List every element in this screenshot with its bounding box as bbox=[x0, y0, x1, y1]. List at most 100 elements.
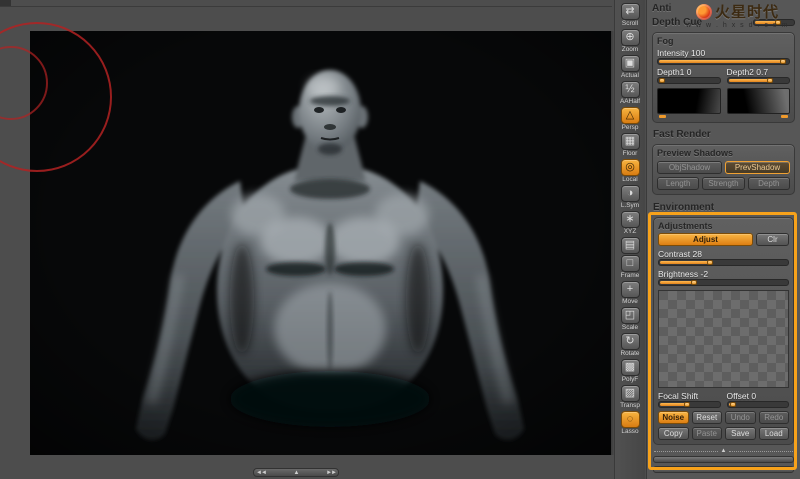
transparency-icon: ▨ bbox=[620, 385, 640, 402]
redo-button[interactable]: Redo bbox=[758, 411, 789, 424]
move-icon: + bbox=[620, 281, 640, 298]
depth-cue-label: Depth Cue bbox=[652, 17, 702, 28]
dotted-line bbox=[729, 450, 794, 452]
tool-local[interactable]: ◎ Local bbox=[616, 159, 644, 184]
scroll-right-icon[interactable]: ►► bbox=[326, 469, 337, 477]
fog-intensity-label: Intensity 100 bbox=[657, 48, 706, 58]
zbrush-window: { "watermark": { "brand": "火星时代", "site"… bbox=[0, 0, 800, 479]
tool-aahalf[interactable]: ½ AAHalf bbox=[616, 81, 644, 106]
copy-button[interactable]: Copy bbox=[658, 427, 689, 440]
panel-scroll-bar-2[interactable] bbox=[653, 466, 794, 473]
undo-button[interactable]: Undo bbox=[725, 411, 756, 424]
slider-handle[interactable] bbox=[729, 402, 736, 407]
tool-label: L.Sym bbox=[620, 202, 640, 209]
tool-floor[interactable]: ▦ Floor bbox=[616, 133, 644, 158]
fog-group: Fog Intensity 100 Depth1 0 Depth2 0.7 bbox=[652, 32, 795, 123]
panel-scroll-bar-1[interactable] bbox=[653, 456, 794, 463]
texture-preview-area[interactable] bbox=[658, 290, 789, 388]
tool-frame[interactable]: □ Frame bbox=[616, 255, 644, 280]
collapse-arrow-icon: ▲ bbox=[720, 448, 727, 454]
preview-shadows-group: Preview Shadows ObjShadow PrevShadow Len… bbox=[652, 144, 795, 195]
tool-lasso[interactable]: ◌ Lasso bbox=[616, 411, 644, 436]
shadow-depth-button[interactable]: Depth bbox=[747, 177, 790, 190]
paste-button[interactable]: Paste bbox=[691, 427, 722, 440]
tool-rotate[interactable]: ↻ Rotate bbox=[616, 333, 644, 358]
fog-depth1-slider[interactable] bbox=[657, 77, 721, 84]
focal-shift-label: Focal Shift bbox=[658, 391, 699, 401]
slider-fill bbox=[728, 79, 771, 82]
rotate-icon: ↻ bbox=[620, 333, 640, 350]
antialias-label: Anti bbox=[652, 3, 672, 14]
dotted-line bbox=[654, 450, 718, 452]
slider-handle[interactable] bbox=[779, 59, 786, 64]
contrast-slider[interactable] bbox=[658, 259, 789, 266]
slider-fill bbox=[660, 261, 712, 264]
save-button[interactable]: Save bbox=[725, 427, 756, 440]
adjustments-title: Adjustments bbox=[658, 221, 713, 231]
scroll-left-icon[interactable]: ◄◄ bbox=[256, 469, 267, 477]
tool-label: Move bbox=[622, 298, 638, 305]
adjustments-group: Adjustments Adjust Clr Contrast 28 Brigh… bbox=[653, 217, 794, 445]
slider-handle[interactable] bbox=[766, 78, 773, 83]
zoom-icon: ⊕ bbox=[620, 29, 640, 46]
fog-depth2-slider[interactable] bbox=[726, 77, 790, 84]
offset-slider[interactable] bbox=[726, 401, 789, 408]
unknown-tool-icon: ▤ bbox=[620, 237, 640, 254]
slider-handle[interactable] bbox=[774, 20, 781, 25]
tool-zoom[interactable]: ⊕ Zoom bbox=[616, 29, 644, 54]
fog-depth1-label: Depth1 0 bbox=[657, 67, 692, 77]
top-divider-line bbox=[0, 6, 612, 7]
tool-persp[interactable]: △ Persp bbox=[616, 107, 644, 132]
clr-button[interactable]: Clr bbox=[756, 233, 789, 246]
tool-transp[interactable]: ▨ Transp bbox=[616, 385, 644, 410]
environment-header[interactable]: Environment bbox=[653, 202, 795, 213]
tool-unknown[interactable]: ▤ bbox=[616, 237, 644, 254]
polyframe-icon: ▩ bbox=[620, 359, 640, 376]
tool-scale[interactable]: ◰ Scale bbox=[616, 307, 644, 332]
focal-shift-slider[interactable] bbox=[658, 401, 721, 408]
fog-curve-preview-2[interactable] bbox=[726, 88, 790, 114]
contrast-label: Contrast 28 bbox=[658, 249, 702, 259]
noise-button[interactable]: Noise bbox=[658, 411, 689, 424]
tool-label: Lasso bbox=[621, 428, 639, 435]
slider-handle[interactable] bbox=[684, 402, 691, 407]
preview-shadows-title: Preview Shadows bbox=[657, 148, 734, 158]
tool-label: Rotate bbox=[620, 350, 640, 357]
canvas-viewport[interactable] bbox=[30, 31, 611, 455]
depth-cue-slider[interactable] bbox=[753, 19, 795, 26]
load-button[interactable]: Load bbox=[758, 427, 789, 440]
fast-render-header[interactable]: Fast Render bbox=[653, 129, 795, 140]
objshadow-button[interactable]: ObjShadow bbox=[657, 161, 722, 174]
canvas-hscrollbar[interactable]: ◄◄ ▲ ►► bbox=[253, 468, 339, 477]
tool-label: Scroll bbox=[621, 20, 639, 27]
tool-label: Frame bbox=[620, 272, 640, 279]
tool-scroll[interactable]: ⇄ Scroll bbox=[616, 3, 644, 28]
right-tool-shelf: ⇄ Scroll ⊕ Zoom ▣ Actual ½ AAHalf △ Pers… bbox=[614, 0, 645, 479]
fog-intensity-slider[interactable] bbox=[657, 58, 790, 65]
local-pivot-icon: ◎ bbox=[620, 159, 640, 176]
tool-label: Transp bbox=[620, 402, 640, 409]
shadow-strength-button[interactable]: Strength bbox=[702, 177, 745, 190]
tool-move[interactable]: + Move bbox=[616, 281, 644, 306]
tool-label: Floor bbox=[622, 150, 638, 157]
fog-depth2-label: Depth2 0.7 bbox=[726, 67, 769, 77]
slider-handle[interactable] bbox=[659, 78, 666, 83]
adjust-button[interactable]: Adjust bbox=[658, 233, 753, 246]
shadow-length-button[interactable]: Length bbox=[657, 177, 700, 190]
subpalette-collapse[interactable]: ▲ bbox=[654, 448, 794, 454]
symmetry-icon: ◑ bbox=[620, 185, 640, 202]
pan-icon: ⇄ bbox=[620, 3, 640, 20]
tool-label: Persp bbox=[621, 124, 639, 131]
tool-actual[interactable]: ▣ Actual bbox=[616, 55, 644, 80]
tool-xyz[interactable]: ∗ XYZ bbox=[616, 211, 644, 236]
tool-lsym[interactable]: ◑ L.Sym bbox=[616, 185, 644, 210]
slider-handle[interactable] bbox=[706, 260, 713, 265]
tool-polyf[interactable]: ▩ PolyF bbox=[616, 359, 644, 384]
reset-button[interactable]: Reset bbox=[691, 411, 722, 424]
fog-curve-preview-1[interactable] bbox=[657, 88, 721, 114]
brightness-slider[interactable] bbox=[658, 279, 789, 286]
scroll-up-icon[interactable]: ▲ bbox=[294, 469, 300, 477]
slider-handle[interactable] bbox=[691, 280, 698, 285]
prevshadow-button[interactable]: PrevShadow bbox=[725, 161, 790, 174]
tool-label: Actual bbox=[621, 72, 639, 79]
